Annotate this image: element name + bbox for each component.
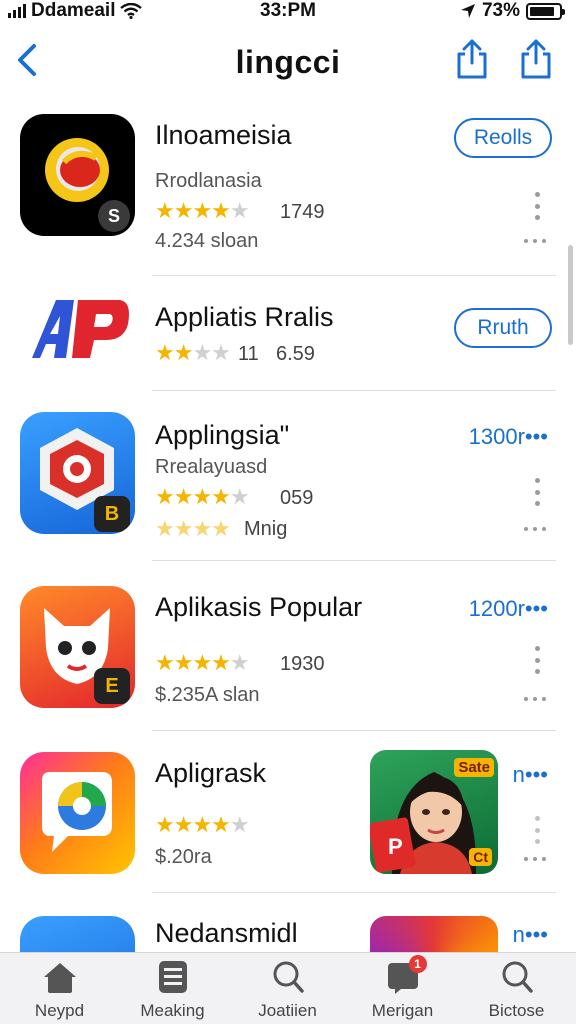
get-button[interactable]: Rruth xyxy=(454,308,552,348)
list-item[interactable]: B Applingsia" Rrealayuasd ★★★★★ 059 ★★★★… xyxy=(0,392,576,562)
list-icon xyxy=(153,959,193,995)
more-vertical-icon[interactable] xyxy=(534,192,540,220)
price-button[interactable]: n••• xyxy=(513,762,548,788)
divider xyxy=(152,390,556,391)
more-horizontal-icon[interactable] xyxy=(524,856,546,862)
list-item[interactable]: E Aplikasis Popular ★★★★★ 1930 $.235A sl… xyxy=(0,562,576,732)
rating-stars: ★★★★★ xyxy=(155,650,250,675)
app-name[interactable]: Appliatis Rralis xyxy=(155,302,334,333)
app-preview-image[interactable]: P Sate Ct xyxy=(370,750,498,874)
icon-badge: B xyxy=(94,496,130,532)
app-icon[interactable]: S xyxy=(20,114,135,236)
tab-bar: Neypd Meaking Joatiien 1 Merigan Bictose xyxy=(0,952,576,1024)
more-vertical-icon[interactable] xyxy=(534,816,540,844)
price-button[interactable]: n••• xyxy=(513,922,548,948)
tab-search[interactable]: Joatiien xyxy=(230,959,345,1024)
rating-count: 11 xyxy=(238,343,259,365)
icon-badge: E xyxy=(94,668,130,704)
app-extra: 6.59 xyxy=(276,343,315,365)
share-icon[interactable] xyxy=(454,38,490,80)
list-item[interactable]: Apligrask ★★★★★ $.20ra P Sate Ct n••• xyxy=(0,732,576,894)
app-name[interactable]: Applingsia" xyxy=(155,420,289,451)
battery-percent: 73% xyxy=(481,0,520,21)
divider xyxy=(152,730,556,731)
ap-logo-icon xyxy=(32,300,129,358)
rating-stars: ★★★★★ xyxy=(155,812,250,837)
updates-icon: 1 xyxy=(383,955,427,995)
app-size: $.235A slan xyxy=(155,684,260,706)
search-icon xyxy=(268,959,308,995)
list-item[interactable]: S Ilnoameisia Rrodlanasia ★★★★★ 1749 4.2… xyxy=(0,112,576,280)
rating-count: 1749 xyxy=(280,201,325,223)
app-icon[interactable] xyxy=(20,280,135,382)
list-item[interactable]: Appliatis Rralis ★★★★ 11 6.59 Rruth xyxy=(0,280,576,392)
home-icon xyxy=(40,959,80,995)
more-vertical-icon[interactable] xyxy=(534,646,540,674)
price-button[interactable]: 1200r••• xyxy=(469,596,548,622)
svg-text:P: P xyxy=(388,834,403,859)
location-arrow-icon xyxy=(460,4,475,18)
app-subtitle: Rrodlanasia xyxy=(155,170,262,192)
tab-ranking[interactable]: Meaking xyxy=(115,959,230,1024)
app-icon[interactable] xyxy=(20,752,135,874)
tab-home[interactable]: Neypd xyxy=(2,959,117,1024)
app-subtitle: Rrealayuasd xyxy=(155,456,268,478)
divider xyxy=(152,275,556,276)
tab-browse[interactable]: Bictose xyxy=(459,959,574,1024)
nav-bar: lingcci xyxy=(0,30,576,100)
app-size: $.20ra xyxy=(155,846,212,868)
secondary-stars: ★★★★ xyxy=(155,516,231,541)
rating-stars: ★★★★ xyxy=(155,340,231,365)
status-right: 73% xyxy=(460,0,565,22)
app-name[interactable]: Nedansmidl xyxy=(155,918,298,949)
app-name[interactable]: Apligrask xyxy=(155,758,266,789)
more-horizontal-icon[interactable] xyxy=(524,526,546,532)
app-icon[interactable]: E xyxy=(20,586,135,708)
search-icon xyxy=(497,959,537,995)
share-icon[interactable] xyxy=(518,38,554,80)
rating-stars: ★★★★★ xyxy=(155,484,250,509)
app-name[interactable]: Aplikasis Popular xyxy=(155,592,362,623)
tab-label: Joatiien xyxy=(258,1001,317,1020)
secondary-label: Mnig xyxy=(244,518,288,540)
icon-badge: S xyxy=(98,200,130,232)
tab-label: Neypd xyxy=(34,1001,85,1020)
app-icon[interactable] xyxy=(20,916,135,952)
app-size: 4.234 sloan xyxy=(155,230,259,252)
thumb-tag: Sate xyxy=(454,758,494,777)
rating-count: 1930 xyxy=(280,653,325,675)
app-preview-image[interactable] xyxy=(370,916,498,952)
status-bar: Ddameail 33:PM 73% xyxy=(0,0,576,24)
notification-badge: 1 xyxy=(408,955,427,973)
divider xyxy=(152,560,556,561)
rating-count: 059 xyxy=(280,487,314,509)
chat-logo-icon xyxy=(42,772,112,852)
tab-updates[interactable]: 1 Merigan xyxy=(345,955,460,1024)
tab-label: Meaking xyxy=(140,1001,205,1020)
tab-label: Bictose xyxy=(488,1001,545,1020)
tab-label: Merigan xyxy=(371,1001,434,1020)
battery-icon xyxy=(526,2,565,20)
app-name[interactable]: Ilnoameisia xyxy=(155,120,292,151)
list-item[interactable]: Nedansmidl n••• xyxy=(0,894,576,952)
scrollbar[interactable] xyxy=(568,245,573,345)
get-button[interactable]: Reolls xyxy=(454,118,552,158)
more-vertical-icon[interactable] xyxy=(534,478,540,506)
thumb-tag: Ct xyxy=(469,848,492,866)
more-horizontal-icon[interactable] xyxy=(524,696,546,702)
rating-stars: ★★★★★ xyxy=(155,198,250,223)
app-icon[interactable]: B xyxy=(20,412,135,534)
price-button[interactable]: 1300r••• xyxy=(469,424,548,450)
divider xyxy=(152,892,556,893)
more-horizontal-icon[interactable] xyxy=(524,238,546,244)
